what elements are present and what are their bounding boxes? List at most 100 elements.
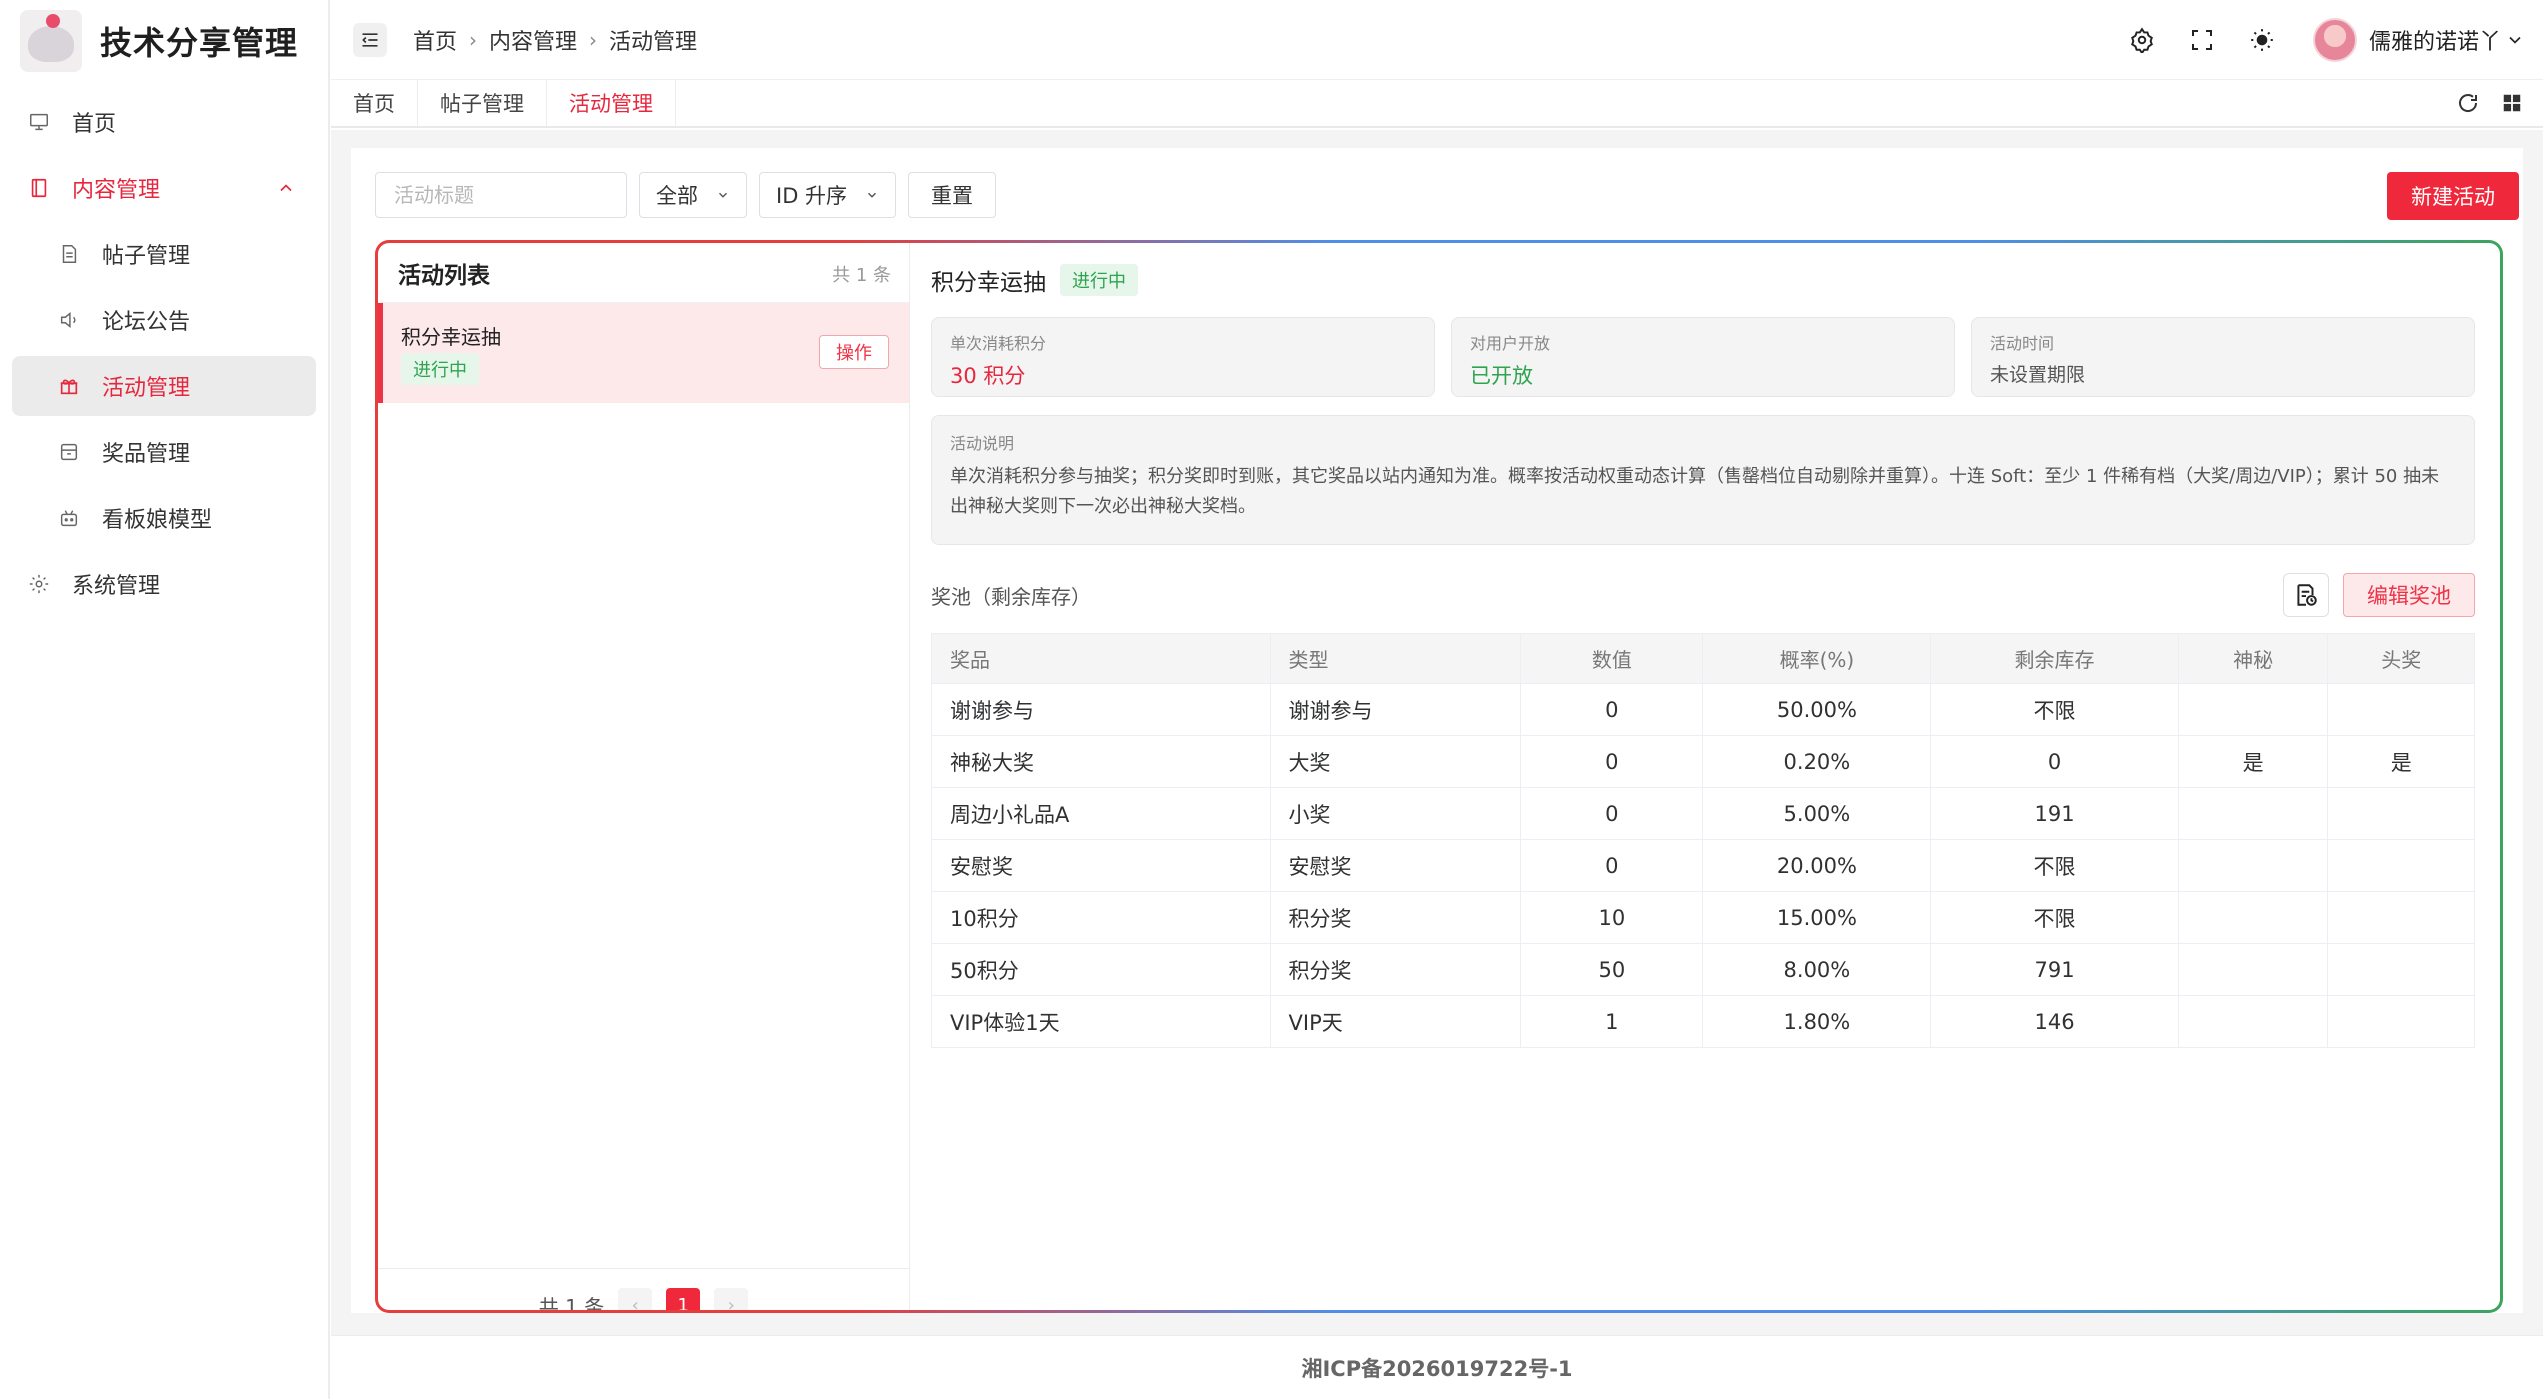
- prize-name-cell: 周边小礼品A: [931, 787, 1271, 840]
- prize-mystery-cell: 是: [2177, 735, 2329, 788]
- table-row[interactable]: 神秘大奖 大奖 0 0.20% 0 是 是: [931, 735, 2475, 788]
- card-label: 活动时间: [1990, 334, 2055, 353]
- prize-type-cell: 安慰奖: [1269, 839, 1522, 892]
- column-header[interactable]: 剩余库存: [1930, 633, 2179, 684]
- avatar[interactable]: [2312, 18, 2357, 62]
- prize-grand-cell: [2327, 995, 2475, 1048]
- pager-page-button[interactable]: 1: [666, 1288, 701, 1310]
- sidebar-item-mascot[interactable]: 看板娘模型: [12, 488, 316, 548]
- activity-detail-pane: 积分幸运抽 进行中 单次消耗积分 30 积分 对用户开放 已开放 活动时间 未设…: [911, 243, 2500, 1310]
- sidebar: 技术分享管理 首页 内容管理 帖子管理 论坛公告 活动管理 奖品管理 看板娘模型…: [0, 0, 330, 1399]
- reset-button[interactable]: 重置: [908, 172, 997, 218]
- prize-mystery-cell: [2177, 943, 2329, 996]
- brand[interactable]: 技术分享管理: [0, 0, 328, 82]
- column-header[interactable]: 神秘: [2177, 633, 2329, 684]
- new-activity-button[interactable]: 新建活动: [2387, 172, 2519, 220]
- pager-next-button[interactable]: ›: [714, 1288, 749, 1313]
- pool-history-button[interactable]: [2283, 573, 2329, 617]
- main-content: 全部 ID 升序 重置 新建活动 活动列表 共 1 条 积分幸运抽 进行中 操作: [331, 130, 2543, 1335]
- settings-button[interactable]: [2127, 25, 2157, 55]
- prize-value-cell: 0: [1520, 683, 1704, 736]
- sidebar-item-system[interactable]: 系统管理: [12, 554, 316, 614]
- prize-name-cell: 10积分: [931, 891, 1271, 944]
- table-header-row: 奖品 类型 数值 概率(%) 剩余库存 神秘 头奖: [931, 633, 2475, 684]
- refresh-icon: [2459, 94, 2478, 112]
- prize-type-cell: 谢谢参与: [1269, 683, 1522, 736]
- footer: 湘ICP备2026019722号-1: [331, 1335, 2543, 1399]
- book-icon: [28, 177, 50, 199]
- collapse-menu-button[interactable]: [353, 22, 387, 57]
- column-header[interactable]: 头奖: [2327, 633, 2475, 684]
- document-clock-icon: [2297, 584, 2317, 606]
- breadcrumb-content[interactable]: 内容管理: [489, 24, 577, 56]
- tab-activities[interactable]: 活动管理: [547, 80, 676, 126]
- table-row[interactable]: 安慰奖 安慰奖 0 20.00% 不限: [931, 839, 2475, 892]
- activity-count: 共 1 条: [832, 265, 891, 286]
- sidebar-item-notices[interactable]: 论坛公告: [12, 290, 316, 350]
- breadcrumb: 首页 › 内容管理 › 活动管理: [413, 24, 697, 56]
- prize-stock-cell: 0: [1930, 735, 2179, 788]
- activity-list-pane: 活动列表 共 1 条 积分幸运抽 进行中 操作 共 1 条 ‹ 1 ›: [378, 243, 910, 1310]
- activity-action-button[interactable]: 操作: [819, 335, 889, 369]
- search-input[interactable]: [375, 172, 627, 218]
- prize-probability-cell: 8.00%: [1702, 943, 1932, 996]
- pagination: 共 1 条 ‹ 1 ›: [378, 1268, 909, 1310]
- sidebar-item-home[interactable]: 首页: [12, 92, 316, 152]
- sort-select[interactable]: ID 升序: [759, 172, 897, 218]
- sidebar-item-posts[interactable]: 帖子管理: [12, 224, 316, 284]
- sidebar-item-label: 看板娘模型: [102, 508, 213, 533]
- icp-link[interactable]: 湘ICP备2026019722号-1: [1301, 1353, 1572, 1383]
- list-item[interactable]: 积分幸运抽 进行中 操作: [378, 303, 909, 403]
- description-box: 活动说明 单次消耗积分参与抽奖；积分奖即时到账，其它奖品以站内通知为准。概率按活…: [931, 415, 2475, 545]
- column-header[interactable]: 奖品: [931, 633, 1271, 684]
- prize-value-cell: 0: [1520, 735, 1704, 788]
- detail-title-row: 积分幸运抽 进行中: [931, 263, 1138, 297]
- refresh-button[interactable]: [2453, 88, 2483, 118]
- tab-layout-button[interactable]: [2497, 88, 2527, 118]
- fullscreen-icon: [2191, 30, 2212, 50]
- theme-toggle-button[interactable]: [2247, 25, 2277, 55]
- column-header[interactable]: 概率(%): [1702, 633, 1932, 684]
- column-header[interactable]: 数值: [1520, 633, 1704, 684]
- detail-cards: 单次消耗积分 30 积分 对用户开放 已开放 活动时间 未设置期限: [931, 317, 2475, 397]
- breadcrumb-home[interactable]: 首页: [413, 24, 457, 56]
- table-row[interactable]: 谢谢参与 谢谢参与 0 50.00% 不限: [931, 683, 2475, 736]
- activity-name: 积分幸运抽: [401, 325, 501, 349]
- prize-probability-cell: 50.00%: [1702, 683, 1932, 736]
- header-actions: 儒雅的诺诺丫: [2097, 0, 2525, 80]
- table-row[interactable]: 50积分 积分奖 50 8.00% 791: [931, 943, 2475, 996]
- chevron-right-icon: ›: [727, 1294, 735, 1313]
- document-icon: [58, 243, 80, 265]
- card-label: 对用户开放: [1470, 334, 1551, 353]
- activity-list-header: 活动列表: [378, 243, 909, 303]
- tab-actions: [2427, 88, 2527, 118]
- status-select[interactable]: 全部: [639, 172, 747, 218]
- prize-stock-cell: 不限: [1930, 683, 2179, 736]
- page-tabs: 首页 帖子管理 活动管理: [331, 80, 2543, 128]
- prize-name-cell: 50积分: [931, 943, 1271, 996]
- prize-stock-cell: 不限: [1930, 839, 2179, 892]
- table-row[interactable]: 周边小礼品A 小奖 0 5.00% 191: [931, 787, 2475, 840]
- gift-icon: [58, 375, 80, 397]
- sidebar-item-activities[interactable]: 活动管理: [12, 356, 316, 416]
- tab-home[interactable]: 首页: [331, 80, 418, 126]
- column-header[interactable]: 类型: [1269, 633, 1522, 684]
- table-row[interactable]: 10积分 积分奖 10 15.00% 不限: [931, 891, 2475, 944]
- app-title: 技术分享管理: [100, 24, 299, 62]
- gear-icon: [28, 573, 50, 595]
- username[interactable]: 儒雅的诺诺丫: [2369, 24, 2501, 56]
- prize-name-cell: VIP体验1天: [931, 995, 1271, 1048]
- sidebar-item-prizes[interactable]: 奖品管理: [12, 422, 316, 482]
- tab-posts[interactable]: 帖子管理: [418, 80, 547, 126]
- prize-stock-cell: 146: [1930, 995, 2179, 1048]
- prize-probability-cell: 1.80%: [1702, 995, 1932, 1048]
- table-row[interactable]: VIP体验1天 VIP天 1 1.80% 146: [931, 995, 2475, 1048]
- sidebar-item-content[interactable]: 内容管理: [12, 158, 316, 218]
- activity-panel: 全部 ID 升序 重置 新建活动 活动列表 共 1 条 积分幸运抽 进行中 操作: [351, 148, 2523, 1313]
- pager-prev-button[interactable]: ‹: [618, 1288, 653, 1310]
- fullscreen-button[interactable]: [2187, 25, 2217, 55]
- chevron-down-icon[interactable]: [2505, 30, 2525, 50]
- edit-pool-button[interactable]: 编辑奖池: [2343, 573, 2475, 617]
- prize-mystery-cell: [2177, 839, 2329, 892]
- prize-stock-cell: 191: [1930, 787, 2179, 840]
